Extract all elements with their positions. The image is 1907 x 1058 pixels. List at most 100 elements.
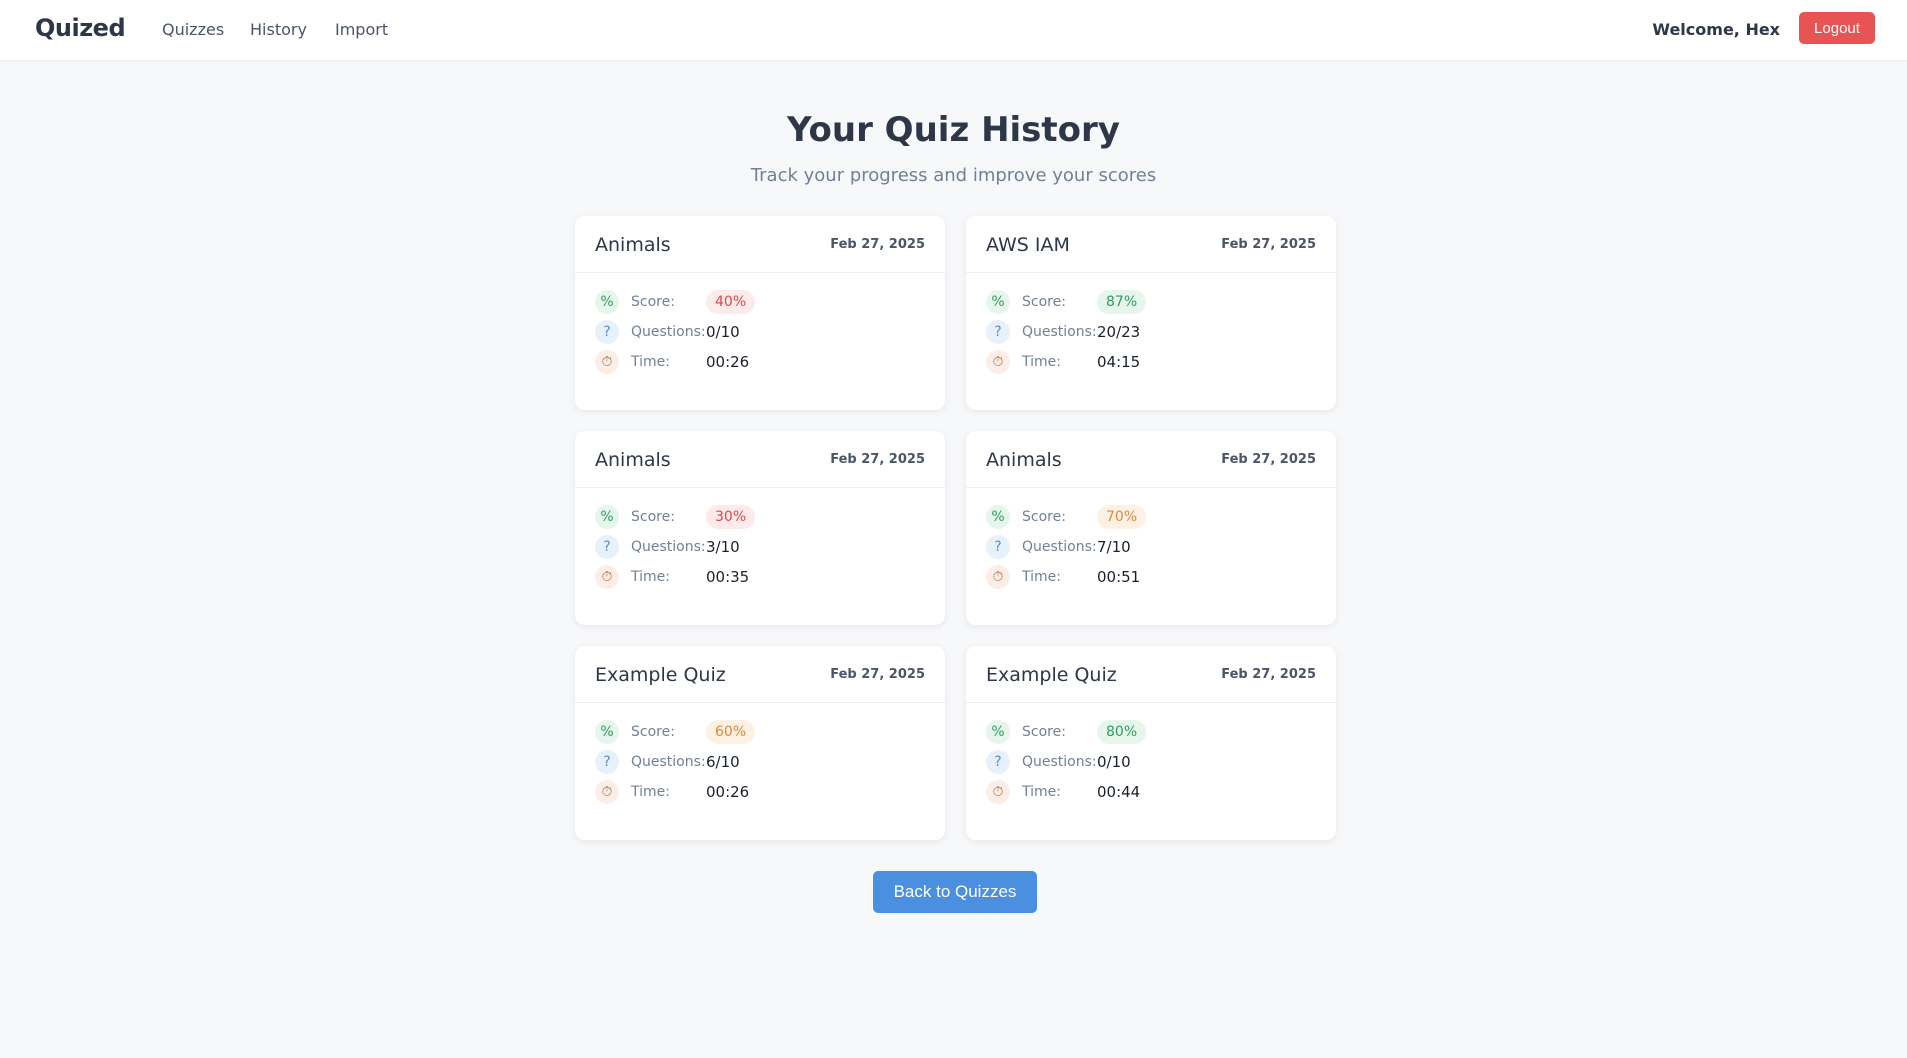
questions-row: ? Questions: 7/10 xyxy=(986,535,1131,559)
percent-icon: % xyxy=(595,720,619,744)
page-subtitle: Track your progress and improve your sco… xyxy=(750,165,1157,186)
score-label: Score: xyxy=(1022,724,1066,740)
time-value: 00:51 xyxy=(1097,568,1141,586)
time-row: ⏱ Time: 00:26 xyxy=(595,350,749,374)
nav-link-history[interactable]: History xyxy=(250,20,307,39)
time-label: Time: xyxy=(631,354,670,370)
quiz-date: Feb 27, 2025 xyxy=(830,237,925,252)
percent-icon: % xyxy=(986,290,1010,314)
time-value: 00:26 xyxy=(706,783,750,801)
questions-label: Questions: xyxy=(631,754,706,770)
quiz-date: Feb 27, 2025 xyxy=(1221,452,1316,467)
time-row: ⏱ Time: 00:44 xyxy=(986,780,1140,804)
card-header: Animals Feb 27, 2025 xyxy=(966,431,1336,488)
question-icon: ? xyxy=(986,535,1010,559)
questions-row: ? Questions: 0/10 xyxy=(595,320,740,344)
questions-value: 20/23 xyxy=(1097,323,1141,341)
quiz-date: Feb 27, 2025 xyxy=(830,452,925,467)
score-label: Score: xyxy=(631,509,675,525)
score-badge: 80% xyxy=(1097,720,1147,744)
percent-icon: % xyxy=(595,505,619,529)
score-label: Score: xyxy=(631,294,675,310)
logout-button[interactable]: Logout xyxy=(1799,12,1875,44)
nav-link-import[interactable]: Import xyxy=(335,20,388,39)
quiz-title: Example Quiz xyxy=(986,664,1117,686)
card-body: % Score: 40% ? Questions: 0/10 ⏱ Time: 0… xyxy=(575,273,945,409)
score-badge: 87% xyxy=(1097,290,1147,314)
time-label: Time: xyxy=(631,784,670,800)
question-icon: ? xyxy=(595,320,619,344)
quiz-title: AWS IAM xyxy=(986,234,1070,256)
questions-value: 3/10 xyxy=(706,538,740,556)
questions-value: 0/10 xyxy=(706,323,740,341)
back-to-quizzes-button[interactable]: Back to Quizzes xyxy=(873,871,1037,913)
questions-value: 7/10 xyxy=(1097,538,1131,556)
time-value: 00:26 xyxy=(706,353,750,371)
score-row: % Score: 40% xyxy=(595,290,756,314)
questions-label: Questions: xyxy=(1022,539,1097,555)
questions-row: ? Questions: 0/10 xyxy=(986,750,1131,774)
card-header: Animals Feb 27, 2025 xyxy=(575,216,945,273)
questions-row: ? Questions: 3/10 xyxy=(595,535,740,559)
brand-logo[interactable]: Quized xyxy=(35,14,126,42)
quiz-date: Feb 27, 2025 xyxy=(1221,667,1316,682)
time-value: 00:35 xyxy=(706,568,750,586)
stopwatch-icon: ⏱ xyxy=(595,780,619,804)
time-value: 00:44 xyxy=(1097,783,1141,801)
history-card[interactable]: Example Quiz Feb 27, 2025 % Score: 60% ?… xyxy=(575,646,945,840)
time-value: 04:15 xyxy=(1097,353,1141,371)
question-icon: ? xyxy=(986,320,1010,344)
card-header: Animals Feb 27, 2025 xyxy=(575,431,945,488)
questions-value: 0/10 xyxy=(1097,753,1131,771)
stopwatch-icon: ⏱ xyxy=(986,350,1010,374)
score-row: % Score: 70% xyxy=(986,505,1147,529)
score-row: % Score: 60% xyxy=(595,720,756,744)
card-header: AWS IAM Feb 27, 2025 xyxy=(966,216,1336,273)
time-label: Time: xyxy=(1022,569,1061,585)
history-card[interactable]: Animals Feb 27, 2025 % Score: 30% ? Ques… xyxy=(575,431,945,625)
score-row: % Score: 30% xyxy=(595,505,756,529)
nav-link-quizzes[interactable]: Quizzes xyxy=(162,20,224,39)
questions-row: ? Questions: 20/23 xyxy=(986,320,1140,344)
score-row: % Score: 87% xyxy=(986,290,1147,314)
questions-row: ? Questions: 6/10 xyxy=(595,750,740,774)
card-body: % Score: 60% ? Questions: 6/10 ⏱ Time: 0… xyxy=(575,703,945,839)
question-icon: ? xyxy=(595,750,619,774)
time-label: Time: xyxy=(631,569,670,585)
card-body: % Score: 30% ? Questions: 3/10 ⏱ Time: 0… xyxy=(575,488,945,624)
score-badge: 70% xyxy=(1097,505,1147,529)
question-icon: ? xyxy=(986,750,1010,774)
welcome-text: Welcome, Hex xyxy=(1652,20,1780,39)
percent-icon: % xyxy=(986,505,1010,529)
questions-label: Questions: xyxy=(1022,754,1097,770)
percent-icon: % xyxy=(595,290,619,314)
history-card[interactable]: Animals Feb 27, 2025 % Score: 40% ? Ques… xyxy=(575,216,945,410)
card-body: % Score: 80% ? Questions: 0/10 ⏱ Time: 0… xyxy=(966,703,1336,839)
stopwatch-icon: ⏱ xyxy=(986,565,1010,589)
quiz-date: Feb 27, 2025 xyxy=(1221,237,1316,252)
card-header: Example Quiz Feb 27, 2025 xyxy=(575,646,945,703)
score-label: Score: xyxy=(1022,509,1066,525)
history-card[interactable]: Example Quiz Feb 27, 2025 % Score: 80% ?… xyxy=(966,646,1336,840)
time-row: ⏱ Time: 00:26 xyxy=(595,780,749,804)
percent-icon: % xyxy=(986,720,1010,744)
quiz-title: Animals xyxy=(595,449,671,471)
page-title: Your Quiz History xyxy=(787,110,1120,150)
question-icon: ? xyxy=(595,535,619,559)
history-card[interactable]: Animals Feb 27, 2025 % Score: 70% ? Ques… xyxy=(966,431,1336,625)
quiz-title: Animals xyxy=(986,449,1062,471)
questions-label: Questions: xyxy=(631,539,706,555)
score-badge: 40% xyxy=(706,290,756,314)
time-row: ⏱ Time: 00:51 xyxy=(986,565,1140,589)
score-badge: 30% xyxy=(706,505,756,529)
questions-value: 6/10 xyxy=(706,753,740,771)
time-row: ⏱ Time: 00:35 xyxy=(595,565,749,589)
quiz-date: Feb 27, 2025 xyxy=(830,667,925,682)
history-card[interactable]: AWS IAM Feb 27, 2025 % Score: 87% ? Ques… xyxy=(966,216,1336,410)
score-row: % Score: 80% xyxy=(986,720,1147,744)
score-badge: 60% xyxy=(706,720,756,744)
quiz-title: Animals xyxy=(595,234,671,256)
stopwatch-icon: ⏱ xyxy=(986,780,1010,804)
card-body: % Score: 70% ? Questions: 7/10 ⏱ Time: 0… xyxy=(966,488,1336,624)
time-row: ⏱ Time: 04:15 xyxy=(986,350,1140,374)
